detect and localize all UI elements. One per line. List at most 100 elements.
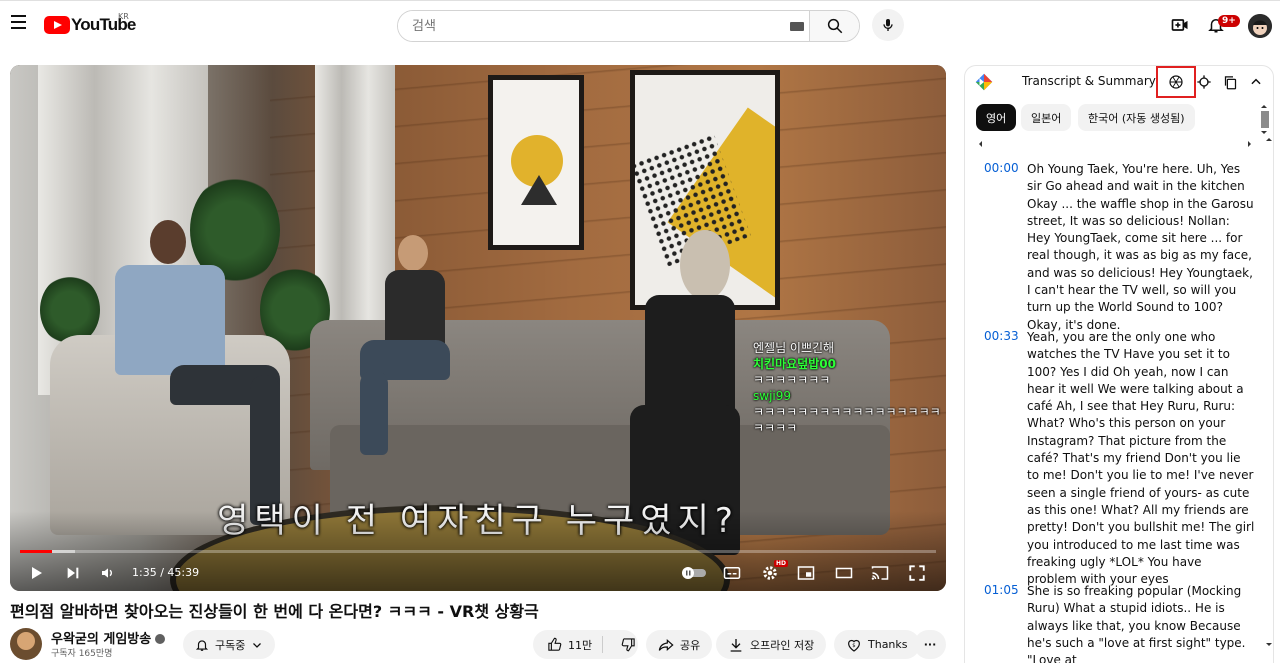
country-code: KR [118,12,129,21]
chat-message: ㅋㅋㅋㅋㅋㅋㅋㅋㅋㅋㅋㅋㅋㅋㅋㅋㅋㅋㅋㅋㅋ [753,405,941,435]
download-button[interactable]: 오프라인 저장 [716,630,827,659]
fullscreen-icon [909,565,925,581]
bell-icon [195,639,209,651]
chat-message: ㅋㅋㅋㅋㅋㅋㅋ [753,373,831,387]
scroll-left-arrow-icon [979,141,982,147]
subscribe-label: 구독중 [215,638,246,652]
create-video-button[interactable] [1168,13,1192,37]
transcript-segment[interactable]: 01:05 She is so freaking popular (Mockin… [965,583,1265,663]
player-controls: 1:35 / 45:39 HD [10,559,946,587]
thanks-label: Thanks [868,638,908,651]
scrollbar-thumb[interactable] [1261,111,1269,128]
channel-name-row[interactable]: 우왁굳의 게임방송 [51,628,166,647]
channel-name[interactable]: 우왁굳의 게임방송 [51,632,151,647]
avatar-face-icon [1248,14,1272,38]
segment-text: Oh Young Taek, You're here. Uh, Yes sir … [1027,162,1254,332]
hd-badge: HD [774,560,789,567]
collapse-panel-button[interactable] [1247,73,1265,91]
ai-summary-button[interactable] [1156,66,1196,98]
next-button[interactable] [61,561,85,585]
jump-to-current-button[interactable] [1195,73,1213,91]
segment-timestamp[interactable]: 00:33 [984,329,1019,343]
mute-button[interactable] [96,561,120,585]
language-tab-english[interactable]: 영어 [976,104,1017,131]
search-button[interactable] [809,11,859,41]
language-scrollbar[interactable] [1258,103,1270,136]
autoplay-toggle[interactable] [680,561,708,585]
share-button[interactable]: 공유 [646,630,713,659]
create-video-icon [1171,19,1188,31]
youtube-logo[interactable]: YouTube KR [44,12,136,36]
copy-transcript-button[interactable] [1221,73,1239,91]
segment-timestamp[interactable]: 01:05 [984,583,1019,597]
volume-icon [102,568,112,578]
search-box [397,10,860,42]
keyboard-icon[interactable] [785,11,809,41]
chat-message: 엔젤님 이쁘긴해 [753,341,835,355]
chat-username: swji99 [753,389,792,403]
language-tabs: 영어 일본어 한국어 (자동 생성됨) [965,103,1255,133]
next-icon [67,567,79,579]
channel-avatar[interactable] [10,628,42,660]
more-icon: ··· [923,638,937,651]
thanks-button[interactable]: $ Thanks [834,630,920,659]
subscribe-button[interactable]: 구독중 [183,630,276,659]
play-icon [32,567,42,579]
panel-header: Transcript & Summary [965,66,1273,98]
thumbs-down-icon [621,638,635,652]
miniplayer-button[interactable] [794,561,818,585]
cast-button[interactable] [868,561,892,585]
played-bar [20,550,53,553]
theater-mode-icon [835,567,853,579]
more-actions-button[interactable]: ··· [914,630,946,659]
segment-timestamp[interactable]: 00:00 [984,161,1019,175]
share-icon [658,638,674,651]
wall-art-left [488,75,584,250]
play-button[interactable] [24,561,48,585]
hamburger-menu-icon[interactable] [6,11,30,35]
chat-username: 치킨마요덮밥00 [753,357,836,371]
search-input[interactable] [398,11,785,41]
language-tab-japanese[interactable]: 일본어 [1021,104,1072,131]
copy-icon [1224,75,1236,89]
download-icon [730,638,742,652]
segment-text: She is so freaking popular (Mocking Ruru… [1027,584,1246,663]
chat-overlay: 엔젤님 이쁘긴해 치킨마요덮밥00 ㅋㅋㅋㅋㅋㅋㅋ swji99 ㅋㅋㅋㅋㅋㅋㅋ… [753,340,943,436]
subscriber-count: 구독자 165만명 [51,649,113,659]
scroll-right-arrow-icon [1248,141,1251,147]
share-label: 공유 [680,638,701,652]
time-display: 1:35 / 45:39 [132,566,200,579]
transcript-segment[interactable]: 00:00 Oh Young Taek, You're here. Uh, Ye… [965,161,1265,332]
chevron-up-icon [1251,78,1261,85]
extension-logo-icon [975,73,993,91]
theater-mode-button[interactable] [832,561,856,585]
video-player[interactable]: 엔젤님 이쁘긴해 치킨마요덮밥00 ㅋㅋㅋㅋㅋㅋㅋ swji99 ㅋㅋㅋㅋㅋㅋㅋ… [10,65,946,591]
cast-icon [871,566,889,580]
autoplay-toggle-icon [682,567,706,579]
miniplayer-icon [797,566,815,580]
voice-search-button[interactable] [872,9,904,41]
like-button[interactable]: 11만 [533,636,604,653]
like-dislike-group: 11만 [533,630,638,659]
panel-title: Transcript & Summary [1022,74,1156,88]
thumbs-up-icon [548,637,562,651]
segment-text: Yeah, you are the only one who watches t… [1027,330,1255,587]
transcript-panel: Transcript & Summary 영어 일본어 한국어 (자동 생성됨)… [964,65,1274,663]
transcript-scrollbar[interactable] [1265,136,1273,663]
scroll-down-arrow-icon [1266,643,1272,646]
transcript-segment[interactable]: 00:33 Yeah, you are the only one who wat… [965,329,1265,586]
crosshair-icon [1197,75,1211,89]
verified-icon [155,634,166,644]
subtitles-button[interactable] [720,561,744,585]
fullscreen-button[interactable] [905,561,929,585]
top-bar: YouTube KR 9+ [0,0,1280,48]
microphone-icon [883,19,893,31]
user-avatar[interactable] [1248,14,1272,38]
dislike-button[interactable] [609,636,648,653]
video-title: 편의점 알바하면 찾아오는 진상들이 한 번에 다 온다면? ㅋㅋㅋ - VR챗… [10,602,539,621]
progress-bar[interactable] [20,550,936,553]
language-tab-korean-auto[interactable]: 한국어 (자동 생성됨) [1078,104,1195,131]
like-count: 11만 [568,638,593,652]
scroll-up-arrow-icon [1261,105,1267,108]
scroll-up-arrow-icon [1266,138,1272,141]
